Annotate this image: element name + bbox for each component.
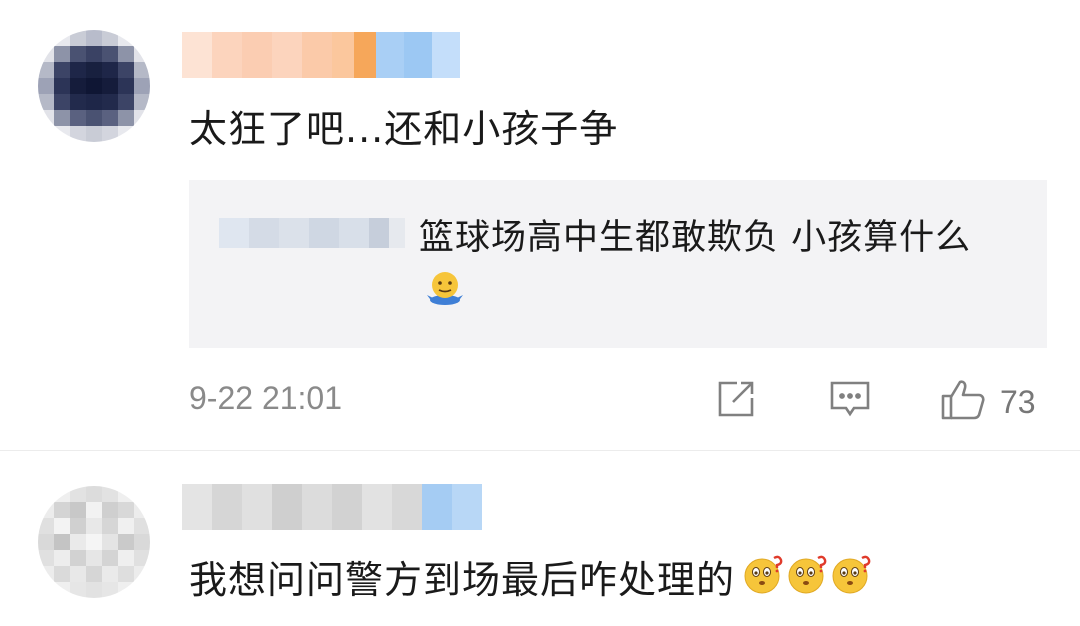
username-blurred[interactable] [182,32,460,78]
confused-emoji-icon [829,552,873,607]
comment-item: 太狂了吧...还和小孩子争 篮球场高中生都敢欺负 小孩算什么 9-22 21:0… [0,0,1080,450]
reply-text-content: 篮球场高中生都敢欺负 小孩算什么 [419,218,972,258]
confused-emoji-icon [741,552,785,607]
avatar[interactable] [38,30,150,142]
avatar[interactable] [38,486,150,598]
share-button[interactable] [715,378,757,424]
confused-emoji-icon [785,552,829,607]
comment-icon [828,378,872,424]
reply-text: 篮球场高中生都敢欺负 小孩算什么 [219,210,1019,324]
comment-text: 太狂了吧...还和小孩子争 [189,107,619,151]
comment-text-content: 我想问问警方到场最后咋处理的 [189,557,736,602]
comment-divider [0,450,1080,451]
comment-timestamp: 9-22 21:01 [189,380,343,416]
reply-button[interactable] [828,378,872,424]
like-count: 73 [1000,383,1036,420]
share-icon [715,378,757,424]
comment-text: 我想问问警方到场最后咋处理的 [189,552,873,607]
like-button[interactable]: 73 [940,378,1036,426]
comment-item: 我想问问警方到场最后咋处理的 [0,460,1080,626]
shrug-emoji-icon [223,267,467,324]
reply-preview[interactable]: 篮球场高中生都敢欺负 小孩算什么 [189,180,1047,348]
username-blurred[interactable] [182,484,482,530]
thumbs-up-icon [940,378,986,426]
